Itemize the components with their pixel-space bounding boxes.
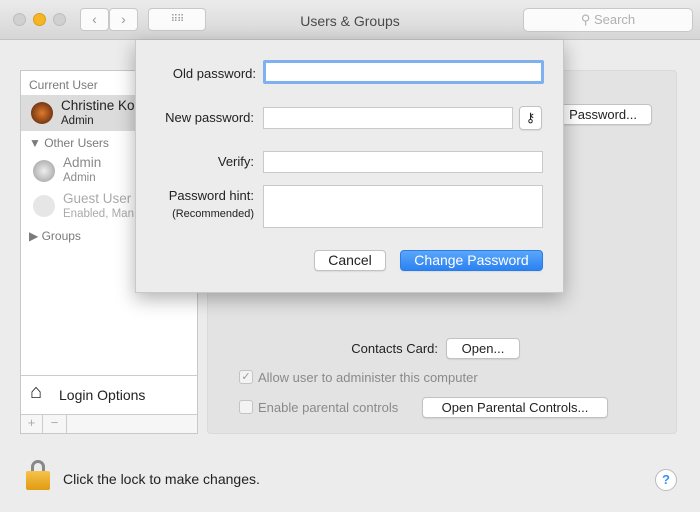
- lock-message: Click the lock to make changes.: [63, 471, 260, 487]
- old-password-field[interactable]: [263, 60, 544, 84]
- parental-controls-label: Enable parental controls: [258, 400, 399, 415]
- allow-admin-checkbox[interactable]: ✓: [239, 370, 253, 384]
- open-parental-controls-button[interactable]: Open Parental Controls...: [422, 397, 608, 418]
- login-options-label: Login Options: [59, 387, 146, 403]
- password-hint-label: Password hint:: [168, 188, 254, 203]
- change-password-button[interactable]: Password...: [559, 104, 652, 125]
- remove-user-button[interactable]: −: [43, 415, 67, 433]
- allow-admin-label: Allow user to administer this computer: [258, 370, 478, 385]
- change-password-sheet: Old password: New password: ⚷ Verify: Pa…: [135, 40, 564, 293]
- password-hint-field[interactable]: [263, 185, 543, 228]
- recommended-label: (Recommended): [172, 208, 254, 220]
- disclosure-down-icon: ▼: [29, 136, 45, 150]
- help-button[interactable]: ?: [655, 469, 677, 491]
- other-users-label: Other Users: [44, 136, 109, 150]
- title-bar: ‹ › ⠿⠿ Users & Groups ⚲ Search: [0, 0, 700, 40]
- add-user-button[interactable]: +: [21, 415, 43, 433]
- key-icon: ⚷: [525, 110, 536, 125]
- new-password-label: New password:: [165, 110, 254, 125]
- new-password-field[interactable]: [263, 107, 513, 129]
- password-assistant-button[interactable]: ⚷: [519, 106, 542, 130]
- groups-label: Groups: [41, 229, 81, 243]
- old-password-label: Old password:: [172, 66, 256, 81]
- open-contacts-button[interactable]: Open...: [446, 338, 520, 359]
- house-icon: ⌂: [30, 381, 43, 403]
- search-icon: ⚲: [580, 12, 594, 27]
- login-options-item[interactable]: ⌂ Login Options: [21, 375, 197, 414]
- user-role: Admin: [63, 172, 96, 184]
- verify-label: Verify:: [217, 154, 254, 169]
- contacts-card-label: Contacts Card:: [351, 341, 438, 356]
- disclosure-right-icon: ▶: [29, 229, 42, 243]
- search-placeholder: Search: [593, 12, 636, 27]
- change-password-confirm-button[interactable]: Change Password: [400, 250, 543, 271]
- search-input[interactable]: ⚲ Search: [523, 8, 693, 32]
- cancel-button[interactable]: Cancel: [314, 250, 386, 271]
- parental-controls-checkbox[interactable]: [239, 400, 253, 414]
- other-users-header[interactable]: ▼ Other Users: [29, 136, 109, 150]
- verify-field[interactable]: [263, 151, 543, 173]
- sidebar-toolbar: + −: [21, 414, 197, 433]
- lock-icon[interactable]: [26, 460, 50, 490]
- groups-header[interactable]: ▶ Groups: [29, 229, 81, 243]
